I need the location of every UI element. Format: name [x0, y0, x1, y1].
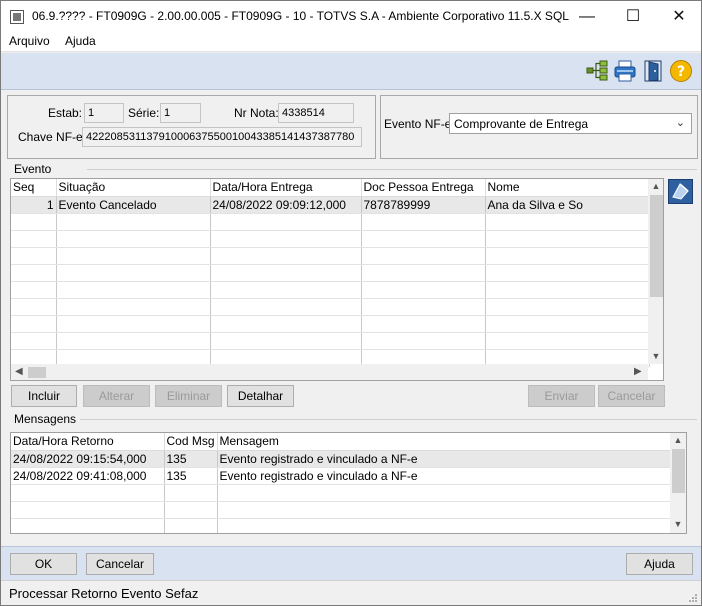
empty-row: [11, 281, 650, 299]
scroll-down-icon[interactable]: ▼: [648, 351, 663, 361]
detalhar-button[interactable]: Detalhar: [227, 385, 294, 407]
incluir-button[interactable]: Incluir: [11, 385, 77, 407]
evento-group-line: [87, 169, 697, 170]
maximize-button[interactable]: ☐: [610, 1, 656, 32]
cell-mensagem: Evento registrado e vinculado a NF-e: [217, 467, 672, 485]
estab-label: Estab:: [48, 106, 83, 120]
chevron-down-icon: ⌄: [675, 117, 685, 129]
footer-bar: OK Cancelar Ajuda: [1, 546, 701, 580]
empty-row: [11, 518, 672, 533]
col-doc-pessoa[interactable]: Doc Pessoa Entrega: [361, 179, 486, 197]
col-data-hora-retorno[interactable]: Data/Hora Retorno: [11, 433, 165, 451]
empty-row: [11, 247, 650, 265]
cell-data-hora-retorno: 24/08/2022 09:41:08,000: [11, 467, 165, 485]
scroll-left-icon[interactable]: ◀: [15, 366, 23, 377]
col-situacao[interactable]: Situação: [56, 179, 211, 197]
empty-row: [11, 213, 650, 231]
mensagens-group-title: Mensagens: [12, 412, 79, 426]
scroll-down-icon[interactable]: ▼: [670, 519, 686, 529]
alterar-button[interactable]: Alterar: [83, 385, 150, 407]
cell-nome: Ana da Silva e So: [485, 196, 650, 214]
status-bar: Processar Retorno Evento Sefaz: [1, 580, 701, 605]
col-mensagem[interactable]: Mensagem: [217, 433, 672, 451]
col-nome[interactable]: Nome: [485, 179, 650, 197]
close-button[interactable]: ✕: [656, 1, 701, 32]
evento-vscroll[interactable]: ▲ ▼: [648, 179, 663, 364]
title-bar: 06.9.???? - FT0909G - 2.00.00.005 - FT09…: [1, 1, 701, 32]
estab-field: 1: [84, 103, 124, 123]
menu-ajuda[interactable]: Ajuda: [65, 34, 96, 48]
printer-icon[interactable]: [613, 59, 637, 83]
evento-grid-header: Seq Situação Data/Hora Entrega Doc Pesso…: [11, 179, 650, 197]
scroll-thumb[interactable]: [650, 195, 663, 297]
main-window: 06.9.???? - FT0909G - 2.00.00.005 - FT09…: [0, 0, 702, 606]
svg-text:?: ?: [677, 64, 685, 80]
evento-row[interactable]: 1 Evento Cancelado 24/08/2022 09:09:12,0…: [11, 196, 650, 214]
cancelar-evento-button[interactable]: Cancelar: [598, 385, 665, 407]
ajuda-button[interactable]: Ajuda: [626, 553, 693, 575]
col-data-hora-entrega[interactable]: Data/Hora Entrega: [210, 179, 362, 197]
evento-nfe-select[interactable]: Comprovante de Entrega ⌄: [449, 113, 692, 134]
col-seq[interactable]: Seq: [11, 179, 57, 197]
grid-side-action-icon[interactable]: [668, 179, 693, 204]
hscroll-thumb[interactable]: [28, 367, 46, 378]
window-title: 06.9.???? - FT0909G - 2.00.00.005 - FT09…: [32, 9, 572, 23]
mensagens-grid[interactable]: Data/Hora Retorno Cod Msg Mensagem 24/08…: [10, 432, 687, 534]
col-cod-msg[interactable]: Cod Msg: [164, 433, 218, 451]
mensagens-vscroll[interactable]: ▲ ▼: [670, 433, 686, 533]
scroll-up-icon[interactable]: ▲: [648, 181, 663, 191]
nota-info-panel: Estab: 1 Série: 1 Nr Nota: 4338514 Chave…: [7, 95, 376, 159]
empty-row: [11, 298, 650, 316]
cancelar-button[interactable]: Cancelar: [86, 553, 154, 575]
empty-row: [11, 484, 672, 502]
empty-row: [11, 501, 672, 519]
nrnota-label: Nr Nota:: [234, 106, 279, 120]
chave-field: 4222085311379100063755001004338514143738…: [82, 127, 362, 147]
evento-hscroll[interactable]: ◀ ▶: [11, 364, 648, 380]
help-icon[interactable]: ?: [669, 59, 693, 83]
cell-doc: 7878789999: [361, 196, 486, 214]
cell-data-hora: 24/08/2022 09:09:12,000: [210, 196, 362, 214]
cell-situacao: Evento Cancelado: [56, 196, 211, 214]
scroll-thumb[interactable]: [672, 449, 685, 493]
minimize-button[interactable]: —: [564, 1, 610, 32]
app-icon: [10, 10, 24, 24]
resize-grip-icon[interactable]: [688, 593, 698, 603]
empty-row: [11, 264, 650, 282]
cell-cod-msg: 135: [164, 467, 218, 485]
enviar-button[interactable]: Enviar: [528, 385, 595, 407]
menu-arquivo[interactable]: Arquivo: [9, 34, 50, 48]
evento-nfe-label: Evento NF-e:: [384, 117, 455, 131]
hierarchy-icon[interactable]: [585, 59, 609, 83]
serie-label: Série:: [128, 106, 160, 120]
mensagens-grid-header: Data/Hora Retorno Cod Msg Mensagem: [11, 433, 672, 451]
exit-door-icon[interactable]: [641, 59, 665, 83]
empty-row: [11, 230, 650, 248]
empty-row: [11, 332, 650, 350]
cell-mensagem: Evento registrado e vinculado a NF-e: [217, 450, 672, 468]
evento-nfe-value: Comprovante de Entrega: [454, 117, 589, 131]
ok-button[interactable]: OK: [10, 553, 77, 575]
status-text: Processar Retorno Evento Sefaz: [9, 586, 199, 601]
mensagem-row[interactable]: 24/08/2022 09:15:54,000 135 Evento regis…: [11, 450, 672, 468]
toolbar: ?: [1, 53, 701, 90]
mensagem-row[interactable]: 24/08/2022 09:41:08,000 135 Evento regis…: [11, 467, 672, 485]
evento-grid[interactable]: Seq Situação Data/Hora Entrega Doc Pesso…: [10, 178, 664, 381]
menu-bar: Arquivo Ajuda: [1, 32, 701, 52]
serie-field: 1: [160, 103, 201, 123]
cell-cod-msg: 135: [164, 450, 218, 468]
evento-select-panel: Evento NF-e: Comprovante de Entrega ⌄: [380, 95, 698, 159]
evento-group-title: Evento: [12, 162, 54, 176]
empty-row: [11, 315, 650, 333]
chave-label: Chave NF-e:: [18, 130, 87, 144]
eliminar-button[interactable]: Eliminar: [155, 385, 222, 407]
mensagens-group-line: [80, 419, 697, 420]
scroll-up-icon[interactable]: ▲: [670, 435, 686, 445]
cell-seq: 1: [11, 196, 57, 214]
scroll-right-icon[interactable]: ▶: [634, 366, 642, 377]
cell-data-hora-retorno: 24/08/2022 09:15:54,000: [11, 450, 165, 468]
nrnota-field: 4338514: [278, 103, 354, 123]
